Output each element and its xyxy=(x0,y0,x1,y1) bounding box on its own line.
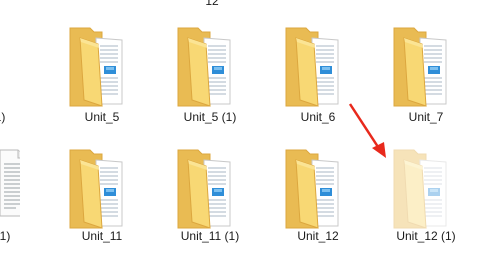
folder-item-unit-11-1[interactable]: Unit_11 (1) xyxy=(164,140,256,266)
folder-icon xyxy=(272,18,364,118)
file-explorer-view: 12 (1) Unit_5 Unit_5 (1) Unit_6 xyxy=(0,0,498,267)
folder-item-unit-5-1[interactable]: Unit_5 (1) xyxy=(164,18,256,144)
document-item[interactable]: 0 (1) xyxy=(0,140,20,266)
document-label: 0 (1) xyxy=(0,229,11,243)
folder-item-unit-5[interactable]: Unit_5 xyxy=(56,18,148,144)
folder-icon xyxy=(272,140,364,240)
partial-item-label: 12 xyxy=(205,0,219,8)
folder-label: Unit_12 xyxy=(297,229,339,243)
folder-label: (1) xyxy=(0,110,6,124)
folder-label: Unit_5 (1) xyxy=(183,110,237,124)
folder-item-unit-12-1[interactable]: Unit_12 (1) xyxy=(380,140,472,266)
folder-icon xyxy=(0,18,20,118)
folder-item-unit-11[interactable]: Unit_11 xyxy=(56,140,148,266)
folder-label: Unit_11 xyxy=(81,229,123,243)
folder-icon xyxy=(380,18,472,118)
folder-item[interactable]: (1) xyxy=(0,18,20,144)
folder-icon xyxy=(164,140,256,240)
folder-icon xyxy=(380,140,472,240)
folder-icon xyxy=(56,140,148,240)
folder-label: Unit_6 xyxy=(300,110,336,124)
folder-label: Unit_7 xyxy=(408,110,444,124)
folder-item-unit-12[interactable]: Unit_12 xyxy=(272,140,364,266)
folder-item-unit-7[interactable]: Unit_7 xyxy=(380,18,472,144)
folder-icon xyxy=(56,18,148,118)
folder-label: Unit_12 (1) xyxy=(396,229,456,243)
folder-item-unit-6[interactable]: Unit_6 xyxy=(272,18,364,144)
document-icon xyxy=(0,140,20,240)
folder-label: Unit_5 xyxy=(84,110,120,124)
folder-icon xyxy=(164,18,256,118)
folder-label: Unit_11 (1) xyxy=(180,229,240,243)
